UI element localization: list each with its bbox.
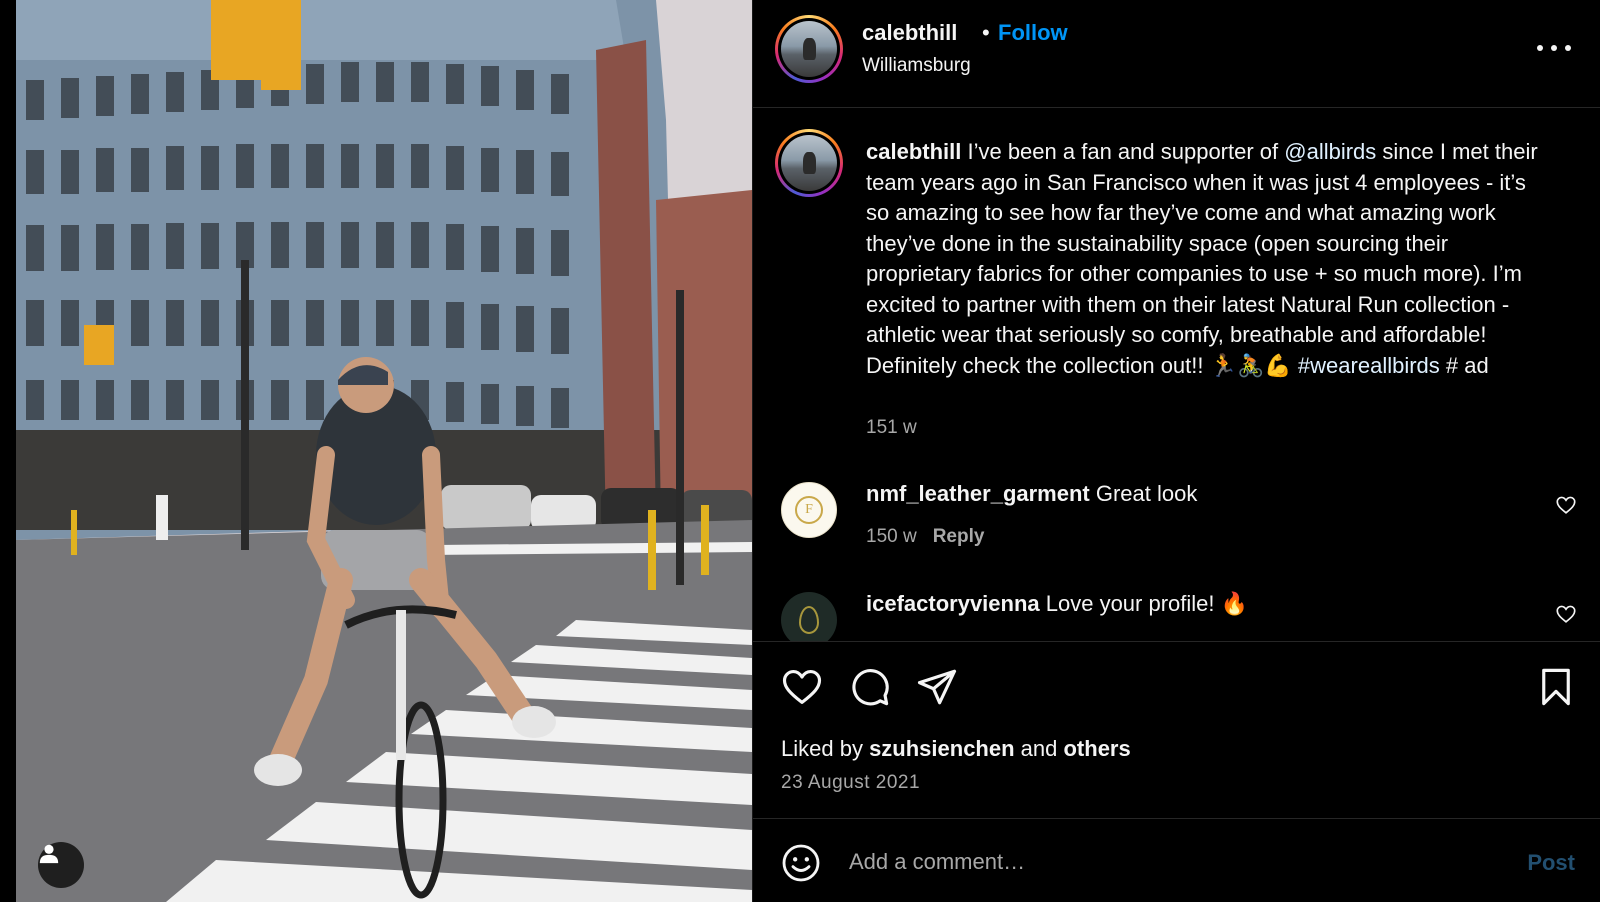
add-comment-bar: Post	[753, 819, 1600, 902]
more-options-button[interactable]	[1537, 36, 1571, 60]
comment-bubble-icon[interactable]	[849, 666, 891, 708]
tagged-user-button[interactable]	[38, 842, 84, 888]
comment-username[interactable]: nmf_leather_garment	[866, 481, 1090, 506]
comment-meta: 150 w Reply	[866, 526, 984, 548]
comment-text: Love your profile! 🔥	[1039, 591, 1249, 616]
liked-by-user-link[interactable]: szuhsienchen	[869, 736, 1014, 761]
caption-timestamp[interactable]: 151 w	[866, 417, 917, 439]
caption-text-part: I’ve been a fan and supporter of	[961, 139, 1285, 164]
comment-heart-icon[interactable]	[1555, 603, 1577, 625]
liked-by-summary: Liked by szuhsienchen and others	[781, 736, 1131, 762]
drop-logo-icon	[799, 606, 819, 634]
comment-item: nmf_leather_garment Great look	[866, 481, 1197, 507]
like-heart-icon[interactable]	[781, 666, 823, 708]
post-caption: calebthill I’ve been a fan and supporter…	[866, 137, 1546, 381]
caption-text-end: # ad	[1439, 352, 1489, 378]
caption-username[interactable]: calebthill	[866, 139, 961, 164]
author-avatar[interactable]	[775, 15, 843, 83]
reply-button[interactable]: Reply	[933, 526, 985, 547]
user-icon	[39, 844, 59, 864]
share-send-icon[interactable]	[916, 666, 958, 708]
comment-item: icefactoryvienna Love your profile! 🔥	[866, 591, 1248, 617]
comment-text: Great look	[1089, 481, 1198, 506]
follow-button[interactable]: Follow	[998, 20, 1068, 46]
comment-username[interactable]: icefactoryvienna	[866, 591, 1040, 616]
liked-by-prefix: Liked by	[781, 736, 870, 761]
post-header: calebthill • Follow Williamsburg	[753, 0, 1600, 108]
post-location[interactable]: Williamsburg	[862, 55, 971, 77]
commenter-avatar[interactable]	[781, 592, 837, 641]
more-horizontal-icon	[1537, 45, 1543, 51]
caption-mention-link[interactable]: @allbirds	[1284, 139, 1376, 164]
author-username[interactable]: calebthill	[862, 20, 957, 46]
post-comment-button[interactable]: Post	[1527, 850, 1575, 876]
commenter-logo: F	[795, 496, 823, 524]
caption-text-part: since I met their team years ago in San …	[866, 139, 1538, 378]
comment-heart-icon[interactable]	[1555, 494, 1577, 516]
comment-input[interactable]	[849, 841, 1469, 883]
liked-by-others-link[interactable]: others	[1063, 736, 1130, 761]
liked-by-middle: and	[1014, 736, 1064, 761]
caption-hashtag-link[interactable]: #weareallbirds	[1298, 353, 1440, 378]
post-date[interactable]: 23 August 2021	[781, 772, 920, 794]
street-bike-photo	[16, 0, 752, 902]
save-bookmark-icon[interactable]	[1535, 666, 1577, 708]
emoji-icon[interactable]	[781, 843, 821, 883]
comment-timestamp[interactable]: 150 w	[866, 526, 917, 547]
post-actions: Liked by szuhsienchen and others 23 Augu…	[753, 641, 1600, 819]
post-detail-panel: calebthill • Follow Williamsburg calebth…	[752, 0, 1600, 902]
post-photo[interactable]	[16, 0, 752, 902]
separator-dot: •	[982, 20, 990, 45]
comments-list[interactable]: calebthill I’ve been a fan and supporter…	[753, 109, 1600, 641]
commenter-avatar[interactable]: F	[781, 482, 837, 538]
caption-author-avatar[interactable]	[775, 129, 843, 197]
